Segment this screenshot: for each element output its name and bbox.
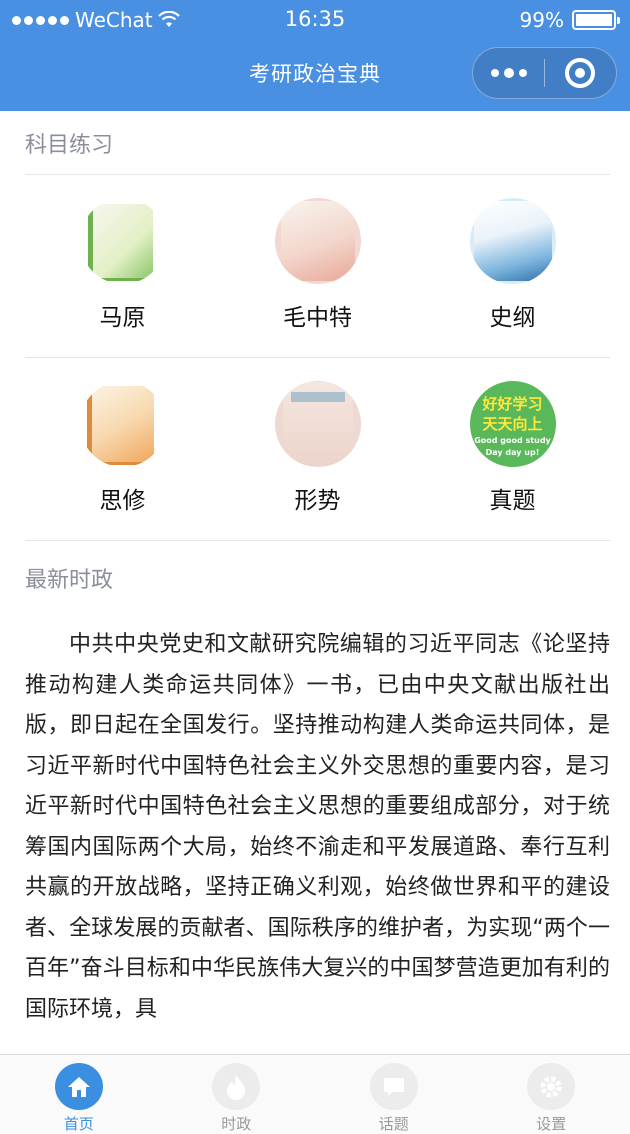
book-cover-exam-icon: 好好学习 天天向上 Good good study Day day up! — [469, 381, 556, 467]
home-icon — [54, 1063, 103, 1110]
subjects-row-1: 马原 毛中特 史纲 — [25, 174, 610, 356]
top-bar: WeChat 16:35 99% 考研政治宝典 — [0, 0, 630, 111]
close-mini-program-button[interactable] — [545, 47, 616, 99]
battery-icon — [572, 10, 620, 30]
tab-label: 首页 — [63, 1115, 94, 1133]
tab-home[interactable]: 首页 — [0, 1055, 158, 1134]
tab-label: 话题 — [378, 1115, 409, 1133]
subjects-row-2: 思修 形势 好好学习 天天向上 Good good study Day day … — [25, 357, 610, 539]
book-cover-morality-icon — [79, 381, 166, 467]
cover-text: 天天向上 — [482, 415, 543, 433]
cover-text: Good good study — [474, 436, 551, 445]
tab-settings[interactable]: 设置 — [473, 1055, 630, 1134]
status-right: 99% — [519, 8, 620, 32]
tab-label: 时政 — [221, 1115, 252, 1133]
chat-icon — [369, 1063, 418, 1110]
subject-xingshi[interactable]: 形势 — [220, 357, 415, 539]
subject-label: 真题 — [489, 488, 536, 514]
tab-bar: 首页 时政 话题 设置 — [0, 1054, 630, 1134]
divider — [25, 540, 610, 541]
subject-label: 毛中特 — [283, 305, 352, 331]
book-cover-marxism-icon — [79, 198, 166, 284]
cover-text: Day day up! — [485, 448, 540, 457]
tab-news[interactable]: 时政 — [158, 1055, 316, 1134]
hot-icon — [212, 1063, 261, 1110]
tab-topics[interactable]: 话题 — [315, 1055, 473, 1134]
subject-label: 马原 — [99, 305, 146, 331]
cover-text: 好好学习 — [482, 395, 543, 413]
subject-label: 思修 — [99, 488, 146, 514]
subject-maozhongte[interactable]: 毛中特 — [220, 174, 415, 356]
status-bar: WeChat 16:35 99% — [0, 0, 630, 38]
book-cover-history-icon — [469, 198, 556, 284]
more-menu-button[interactable] — [473, 47, 544, 99]
subject-label: 形势 — [294, 488, 341, 514]
news-article-text: 中共中央党史和文献研究院编辑的习近平同志《论坚持推动构建人类命运共同体》一书，已… — [25, 632, 610, 1022]
news-section-title: 最新时政 — [25, 568, 114, 593]
tab-label: 设置 — [536, 1115, 567, 1133]
subject-zhenti[interactable]: 好好学习 天天向上 Good good study Day day up! 真题 — [415, 357, 610, 539]
book-cover-situation-icon — [274, 381, 361, 467]
battery-percent: 99% — [519, 8, 564, 32]
subject-sixiu[interactable]: 思修 — [25, 357, 220, 539]
book-cover-mao-icon — [274, 198, 361, 284]
subject-label: 史纲 — [489, 305, 536, 331]
gear-icon — [527, 1063, 576, 1110]
target-icon — [565, 58, 596, 88]
subjects-section-title: 科目练习 — [25, 133, 114, 158]
mini-program-capsule — [472, 47, 617, 99]
subject-mayuan[interactable]: 马原 — [25, 174, 220, 356]
subject-shigang[interactable]: 史纲 — [415, 174, 610, 356]
